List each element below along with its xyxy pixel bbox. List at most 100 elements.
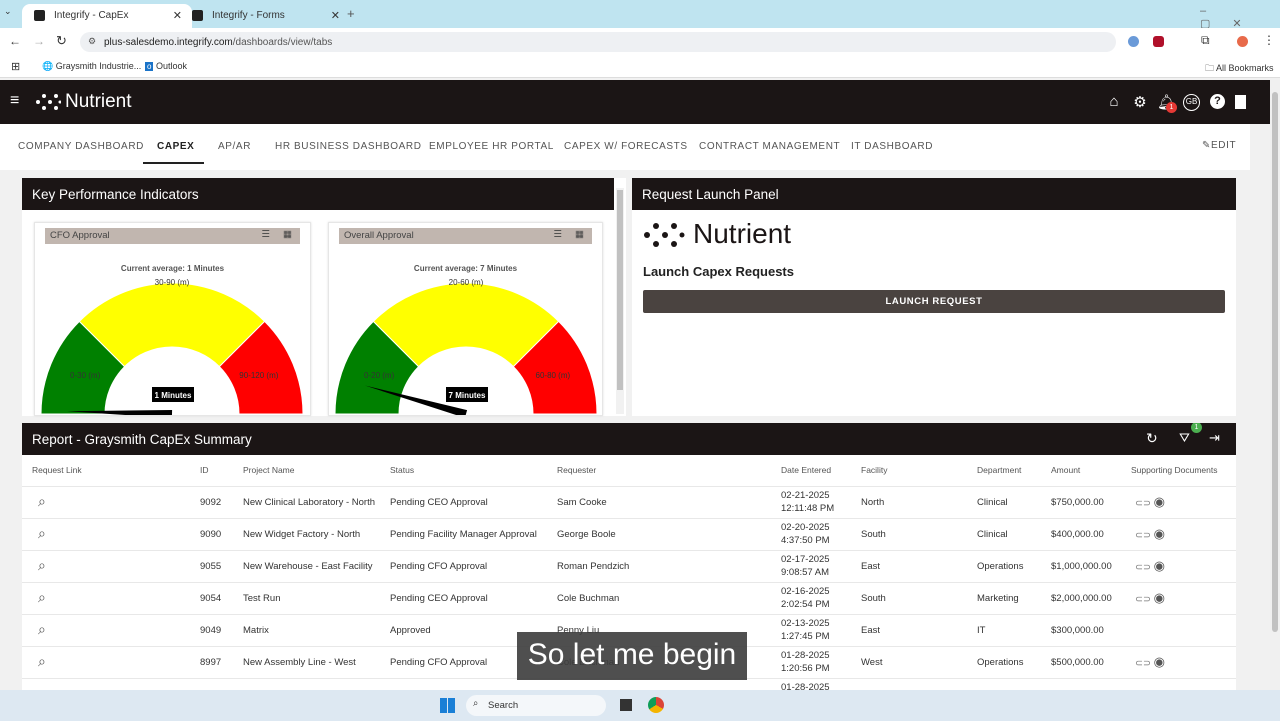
refresh-icon[interactable]: ↻ [1146, 430, 1158, 447]
search-icon[interactable]: ⌕ [38, 525, 46, 541]
attachment-icon[interactable]: ⊂⊃ [1135, 658, 1151, 669]
attachment-icon[interactable]: ⊂⊃ [1135, 530, 1151, 541]
tab-contract-management[interactable]: CONTRACT MANAGEMENT [699, 141, 840, 152]
search-icon[interactable]: ⌕ [38, 621, 46, 637]
filter-icon[interactable]: ⛛ [1179, 430, 1190, 446]
column-header[interactable]: ID [190, 454, 233, 486]
table-cell: 9049 [190, 613, 233, 646]
outlook-icon: o [145, 62, 154, 71]
request-link-cell[interactable]: ⌕ [22, 517, 190, 550]
profile-icon[interactable] [1237, 36, 1248, 47]
tab-ap-ar[interactable]: AP/AR [218, 141, 251, 152]
gauge-band-label: 90-120 (m) [239, 371, 278, 380]
list-view-icon[interactable]: ☰ [553, 229, 562, 240]
request-link-cell[interactable]: ⌕ [22, 581, 190, 614]
bookmarks-icon[interactable] [1235, 95, 1246, 109]
request-link-cell[interactable]: ⌕ [22, 645, 190, 678]
column-header[interactable]: Supporting Documents [1121, 454, 1236, 486]
extension-icon[interactable] [1128, 36, 1139, 47]
cell-date: 02-13-2025 1:27:45 PM [771, 613, 851, 646]
calendar-icon[interactable]: ▦ [283, 229, 292, 240]
tab-capex[interactable]: CAPEX [157, 141, 194, 152]
search-icon[interactable]: ⌕ [38, 557, 46, 573]
app-header: ≡ Nutrient ⌂ ⚙ 🔔︎ 1 GB ? [0, 80, 1270, 124]
search-icon[interactable]: ⌕ [38, 493, 46, 509]
launch-request-button[interactable]: LAUNCH REQUEST [643, 290, 1225, 313]
site-info-icon[interactable]: ⚙ [88, 36, 96, 47]
hamburger-menu-icon[interactable]: ≡ [10, 92, 19, 110]
windows-start-icon[interactable] [440, 698, 455, 713]
table-cell: Cole Buchman [547, 581, 771, 614]
tab-it-dashboard[interactable]: IT DASHBOARD [851, 141, 933, 152]
tab-company-dashboard[interactable]: COMPANY DASHBOARD [18, 141, 144, 152]
export-icon[interactable]: ⇥ [1209, 430, 1220, 446]
pencil-icon: ✎ [1202, 140, 1211, 151]
column-header[interactable]: Amount [1041, 454, 1121, 486]
url-bar[interactable]: ⚙ plus-salesdemo.integrify.com/dashboards… [80, 32, 1116, 52]
tab-hr-business-dashboard[interactable]: HR BUSINESS DASHBOARD [275, 141, 422, 152]
request-link-cell[interactable]: ⌕ [22, 485, 190, 518]
home-icon[interactable]: ⌂ [1105, 93, 1123, 110]
close-icon[interactable]: ✕ [331, 9, 340, 22]
attachment-icon[interactable]: ⊂⊃ [1135, 498, 1151, 509]
column-header[interactable]: Department [967, 454, 1041, 486]
brand-name[interactable]: Nutrient [65, 91, 132, 113]
all-bookmarks[interactable]: 🗀 All Bookmarks [1205, 61, 1274, 77]
eye-icon[interactable]: ◉ [1154, 654, 1165, 669]
search-icon[interactable]: ⌕ [38, 589, 46, 605]
new-tab-icon[interactable]: + [347, 6, 355, 21]
search-icon[interactable]: ⌕ [38, 653, 46, 669]
column-header[interactable]: Requester [547, 454, 771, 486]
supporting-documents-cell: ⊂⊃ ◉ [1121, 645, 1236, 678]
request-link-cell[interactable]: ⌕ [22, 549, 190, 582]
attachment-icon[interactable]: ⊂⊃ [1135, 562, 1151, 573]
eye-icon[interactable]: ◉ [1154, 494, 1165, 509]
bookmark-graysmith[interactable]: 🌐 Graysmith Industrie... [42, 61, 141, 72]
window-controls[interactable]: –▢✕ [1200, 5, 1280, 30]
browser-tab-forms[interactable]: Integrify - Forms ✕ [180, 4, 350, 28]
table-cell: $750,000.00 [1041, 485, 1121, 518]
chrome-icon[interactable] [648, 697, 664, 713]
column-header[interactable]: Facility [851, 454, 967, 486]
file-explorer-icon[interactable] [620, 699, 632, 711]
column-header[interactable]: Request Link [22, 454, 190, 486]
extension-icon[interactable] [1153, 36, 1164, 47]
gauge-band-label: 0-30 (m) [70, 371, 101, 380]
table-cell: Pending Facility Manager Approval [380, 517, 547, 550]
eye-icon[interactable]: ◉ [1154, 590, 1165, 605]
tab-employee-hr-portal[interactable]: EMPLOYEE HR PORTAL [429, 141, 554, 152]
table-cell: Sam Cooke [547, 485, 771, 518]
tab-list-chevron-icon[interactable]: ⌄ [4, 6, 12, 17]
column-header[interactable]: Project Name [233, 454, 380, 486]
tab-capex-forecasts[interactable]: CAPEX W/ FORECASTS [564, 141, 688, 152]
taskbar-search[interactable]: ⌕ Search [466, 695, 606, 716]
help-icon[interactable]: ? [1210, 94, 1225, 109]
list-view-icon[interactable]: ☰ [261, 229, 270, 240]
calendar-icon[interactable]: ▦ [575, 229, 584, 240]
eye-icon[interactable]: ◉ [1154, 558, 1165, 573]
browser-tab-capex[interactable]: Integrify - CapEx ✕ [22, 4, 192, 28]
menu-kebab-icon[interactable]: ⋮ [1263, 33, 1275, 47]
request-link-cell[interactable] [22, 677, 190, 690]
column-header[interactable]: Status [380, 454, 547, 486]
back-icon[interactable]: ← [9, 34, 21, 48]
kpi-scrollbar[interactable] [616, 188, 624, 414]
eye-icon[interactable]: ◉ [1154, 526, 1165, 541]
extensions-puzzle-icon[interactable]: ⧉ [1201, 33, 1210, 48]
edit-label: EDIT [1210, 140, 1237, 151]
table-cell: $1,000,000.00 [1041, 549, 1121, 582]
request-link-cell[interactable]: ⌕ [22, 613, 190, 646]
avatar[interactable]: GB [1183, 94, 1200, 111]
reload-icon[interactable]: ↻ [56, 33, 67, 49]
column-header[interactable]: Date Entered [771, 454, 851, 486]
page-scrollbar[interactable] [1270, 80, 1280, 690]
apps-grid-icon[interactable]: ⊞ [11, 60, 20, 73]
table-cell: $300,000.00 [1041, 613, 1121, 646]
edit-button[interactable]: ✎EDIT [1202, 140, 1236, 151]
supporting-documents-cell [1121, 677, 1236, 690]
gear-icon[interactable]: ⚙ [1131, 93, 1149, 111]
table-cell: 8997 [190, 645, 233, 678]
attachment-icon[interactable]: ⊂⊃ [1135, 594, 1151, 605]
supporting-documents-cell: ⊂⊃ ◉ [1121, 485, 1236, 518]
bookmark-outlook[interactable]: o Outlook [145, 61, 187, 71]
